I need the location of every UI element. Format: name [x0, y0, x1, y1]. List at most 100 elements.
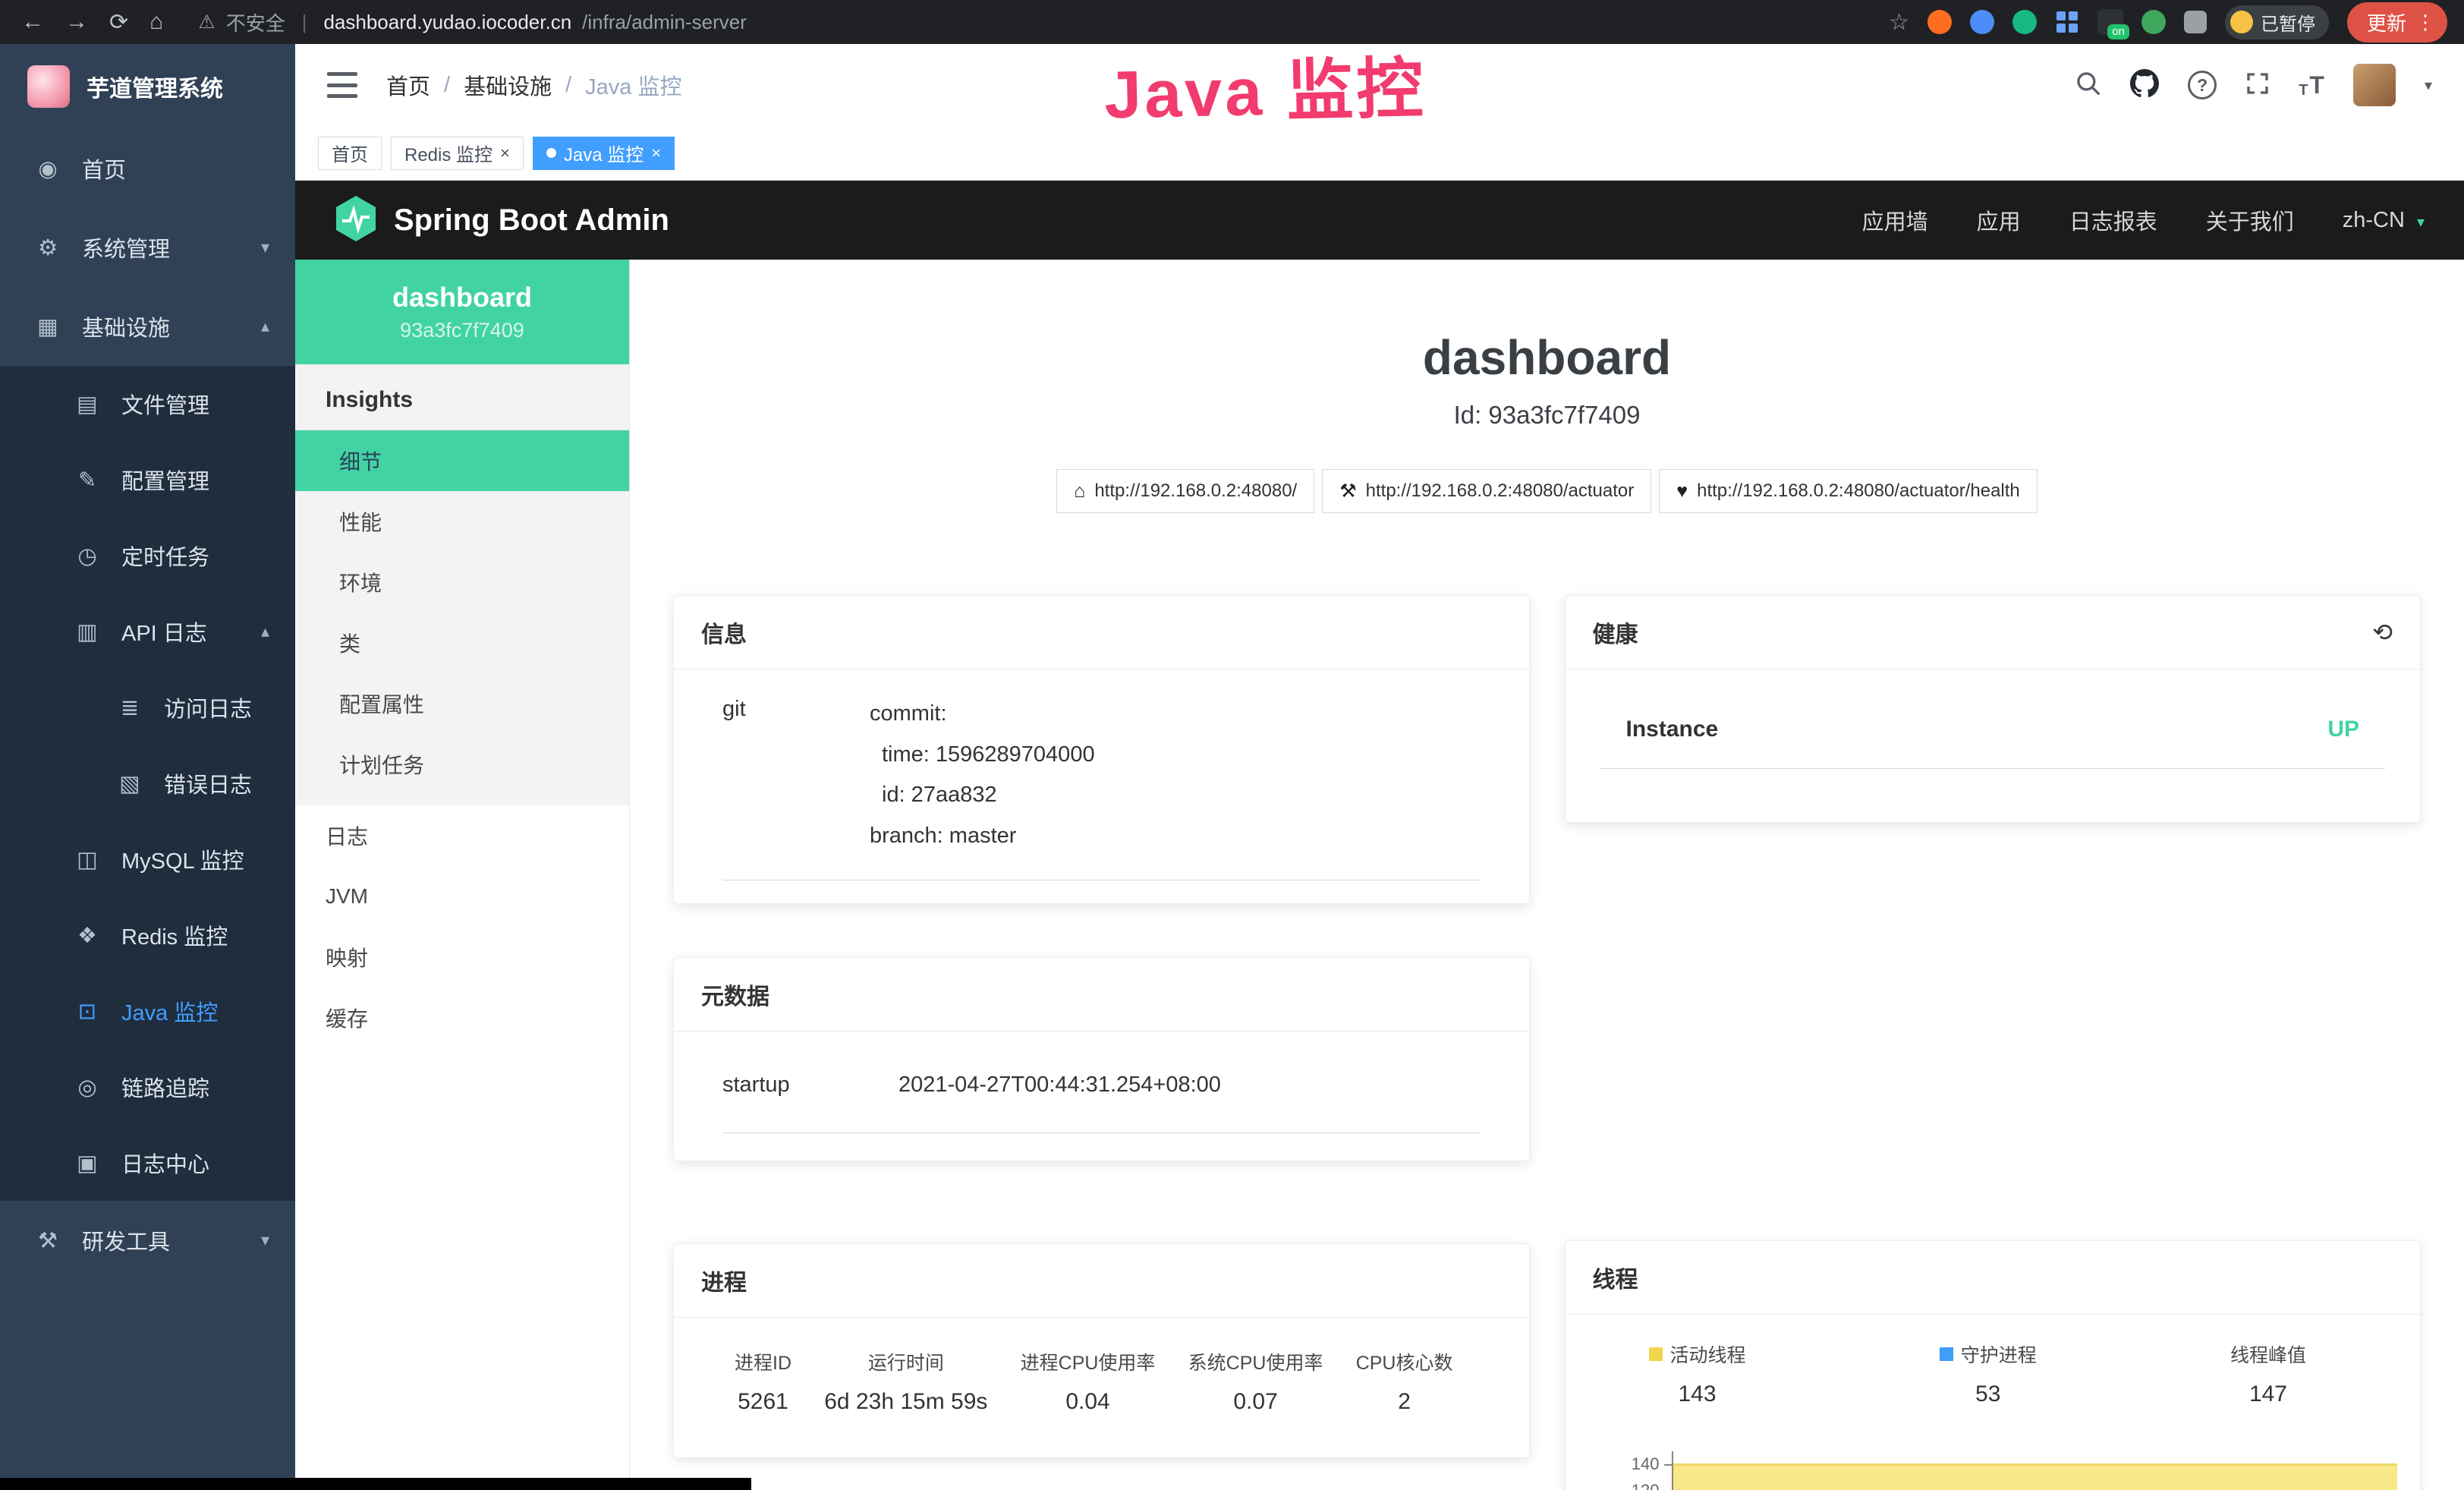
- bookmark-star-icon[interactable]: ☆: [1889, 9, 1909, 36]
- sba-nav-applications[interactable]: 应用: [1977, 204, 2021, 236]
- health-url-link[interactable]: ♥ http://192.168.0.2:48080/actuator/heal…: [1659, 469, 2038, 513]
- wrench-icon: ⚒: [1339, 480, 1356, 502]
- breadcrumb-home[interactable]: 首页: [386, 69, 430, 101]
- health-instance-row[interactable]: Instance UP: [1600, 691, 2386, 769]
- info-values: commit: time: 1596289704000 id: 27aa832 …: [870, 694, 1095, 857]
- process-metrics: 进程ID 5261 运行时间 6d 23h 15m 59s 进程CPU使用率 0…: [674, 1318, 1529, 1457]
- sba-nav-about[interactable]: 关于我们: [2206, 204, 2294, 236]
- tab-java-monitor[interactable]: Java 监控 ×: [533, 137, 675, 170]
- sba-sidebar: dashboard 93a3fc7f7409 Insights 细节 性能 环境…: [295, 260, 630, 1490]
- metric-cpu-cores: CPU核心数 2: [1356, 1348, 1453, 1415]
- update-label: 更新: [2367, 8, 2406, 36]
- browser-back-icon[interactable]: ←: [21, 9, 44, 35]
- window-bottom-edge: [0, 1478, 751, 1490]
- sba-nav-wallboard[interactable]: 应用墙: [1862, 204, 1928, 236]
- history-icon[interactable]: ⟲: [2372, 618, 2393, 647]
- tab-redis-monitor[interactable]: Redis 监控 ×: [391, 137, 524, 170]
- actuator-url-link[interactable]: ⚒ http://192.168.0.2:48080/actuator: [1322, 469, 1651, 513]
- sidebar-item-home[interactable]: ◉ 首页: [0, 129, 295, 208]
- url-path[interactable]: /infra/admin-server: [582, 11, 747, 34]
- breadcrumb-infrastructure[interactable]: 基础设施: [464, 69, 552, 101]
- sba-item-classes[interactable]: 类: [295, 613, 629, 673]
- sidebar-item-error-log[interactable]: ▧ 错误日志: [0, 745, 295, 821]
- sba-item-mappings[interactable]: 映射: [295, 927, 629, 988]
- sidebar-item-scheduled-tasks[interactable]: ◷ 定时任务: [0, 518, 295, 594]
- sba-app-block[interactable]: dashboard 93a3fc7f7409: [295, 260, 629, 364]
- breadcrumb-current: Java 监控: [585, 69, 681, 101]
- sba-main: dashboard Id: 93a3fc7f7409 ⌂ http://192.…: [630, 260, 2464, 1490]
- font-size-icon[interactable]: T T: [2299, 71, 2324, 99]
- sidebar-item-system[interactable]: ⚙ 系统管理 ▾: [0, 208, 295, 287]
- chevron-down-icon: ▾: [2417, 214, 2425, 231]
- sidebar-item-label: 错误日志: [164, 767, 252, 799]
- sba-item-metrics[interactable]: 性能: [295, 491, 629, 552]
- browser-forward-icon[interactable]: →: [65, 9, 88, 35]
- sba-nav-journal[interactable]: 日志报表: [2069, 204, 2157, 236]
- extensions-puzzle-icon[interactable]: [2184, 11, 2207, 33]
- extension-switch-icon[interactable]: on: [2097, 9, 2123, 35]
- service-url-link[interactable]: ⌂ http://192.168.0.2:48080/: [1056, 469, 1314, 513]
- extension-grid-icon[interactable]: [2055, 10, 2079, 34]
- extension-fox-icon[interactable]: [1927, 10, 1952, 34]
- github-icon[interactable]: [2130, 69, 2159, 102]
- sba-app-name: dashboard: [392, 282, 532, 313]
- browser-menu-dots-icon[interactable]: ⋮: [2415, 11, 2435, 34]
- sidebar-item-infrastructure[interactable]: ▦ 基础设施 ▴: [0, 287, 295, 366]
- browser-reload-icon[interactable]: ⟳: [109, 9, 128, 36]
- address-bar[interactable]: ⚠ 不安全 | dashboard.yudao.iocoder.cn/infra…: [198, 8, 747, 36]
- legend-label: 守护进程: [1961, 1340, 2037, 1368]
- sidebar-item-dev-tools[interactable]: ⚒ 研发工具 ▾: [0, 1201, 295, 1280]
- profile-paused-chip[interactable]: 已暂停: [2225, 5, 2329, 39]
- link-text: http://192.168.0.2:48080/actuator/health: [1697, 480, 2020, 502]
- sidebar-item-trace[interactable]: ◎ 链路追踪: [0, 1049, 295, 1125]
- metric-label: 进程CPU使用率: [1021, 1348, 1156, 1375]
- avatar-caret-icon[interactable]: ▾: [2425, 76, 2432, 95]
- hamburger-icon[interactable]: [327, 72, 357, 98]
- legend-label: 线程峰值: [2230, 1340, 2306, 1368]
- sidebar-item-file-management[interactable]: ▤ 文件管理: [0, 366, 295, 442]
- sidebar-item-label: 日志中心: [121, 1147, 209, 1179]
- url-host[interactable]: dashboard.yudao.iocoder.cn: [323, 11, 571, 34]
- update-button[interactable]: 更新 ⋮: [2347, 2, 2447, 43]
- help-icon[interactable]: ?: [2188, 71, 2217, 99]
- sidebar-item-log-center[interactable]: ▣ 日志中心: [0, 1125, 295, 1201]
- sidebar-item-access-log[interactable]: ≣ 访问日志: [0, 669, 295, 745]
- sba-locale-select[interactable]: zh-CN ▾: [2343, 208, 2425, 233]
- active-tab-dot: [546, 148, 556, 158]
- live-threads-area: [1673, 1463, 2398, 1490]
- card-title: 元数据: [701, 978, 769, 1011]
- card-title: 线程: [1593, 1261, 1638, 1294]
- chevron-down-icon: ▾: [261, 1230, 269, 1250]
- eye-icon: ◎: [73, 1074, 102, 1101]
- close-icon[interactable]: ×: [500, 143, 510, 163]
- tab-home[interactable]: 首页: [318, 137, 382, 170]
- sidebar-item-mysql-monitor[interactable]: ◫ MySQL 监控: [0, 821, 295, 897]
- sba-item-details[interactable]: 细节: [295, 430, 629, 491]
- sidebar-item-api-log[interactable]: ▥ API 日志 ▴: [0, 594, 295, 669]
- extension-green-icon[interactable]: [2012, 10, 2037, 34]
- sba-item-caches[interactable]: 缓存: [295, 988, 629, 1048]
- sba-item-config-props[interactable]: 配置属性: [295, 673, 629, 734]
- sba-item-scheduled[interactable]: 计划任务: [295, 734, 629, 795]
- app-logo-row[interactable]: 芋道管理系统: [0, 44, 295, 129]
- metric-value: 5261: [735, 1389, 791, 1415]
- sidebar-item-config-management[interactable]: ✎ 配置管理: [0, 442, 295, 518]
- fullscreen-icon[interactable]: [2245, 71, 2270, 99]
- sidebar-item-redis-monitor[interactable]: ❖ Redis 监控: [0, 897, 295, 973]
- browser-home-icon[interactable]: ⌂: [149, 9, 163, 35]
- sidebar-item-label: 访问日志: [164, 691, 252, 723]
- sba-item-environment[interactable]: 环境: [295, 552, 629, 613]
- close-icon[interactable]: ×: [651, 143, 661, 163]
- search-icon[interactable]: [2075, 71, 2101, 100]
- sidebar-item-label: 首页: [82, 153, 126, 184]
- sba-brand[interactable]: Spring Boot Admin: [394, 203, 669, 238]
- extension-drop-icon[interactable]: [1970, 10, 1994, 34]
- extension-leaf-icon[interactable]: [2141, 10, 2166, 34]
- sidebar-item-java-monitor[interactable]: ⊡ Java 监控: [0, 973, 295, 1049]
- sba-item-logs[interactable]: 日志: [295, 805, 629, 866]
- security-label[interactable]: 不安全: [226, 8, 285, 36]
- user-avatar[interactable]: [2353, 64, 2396, 106]
- y-axis-tick-label: 140: [1611, 1454, 1660, 1474]
- sba-item-jvm[interactable]: JVM: [295, 866, 629, 927]
- process-card: 进程 进程ID 5261 运行时间 6d 23h 15m 59s 进程CPU使用…: [673, 1243, 1530, 1458]
